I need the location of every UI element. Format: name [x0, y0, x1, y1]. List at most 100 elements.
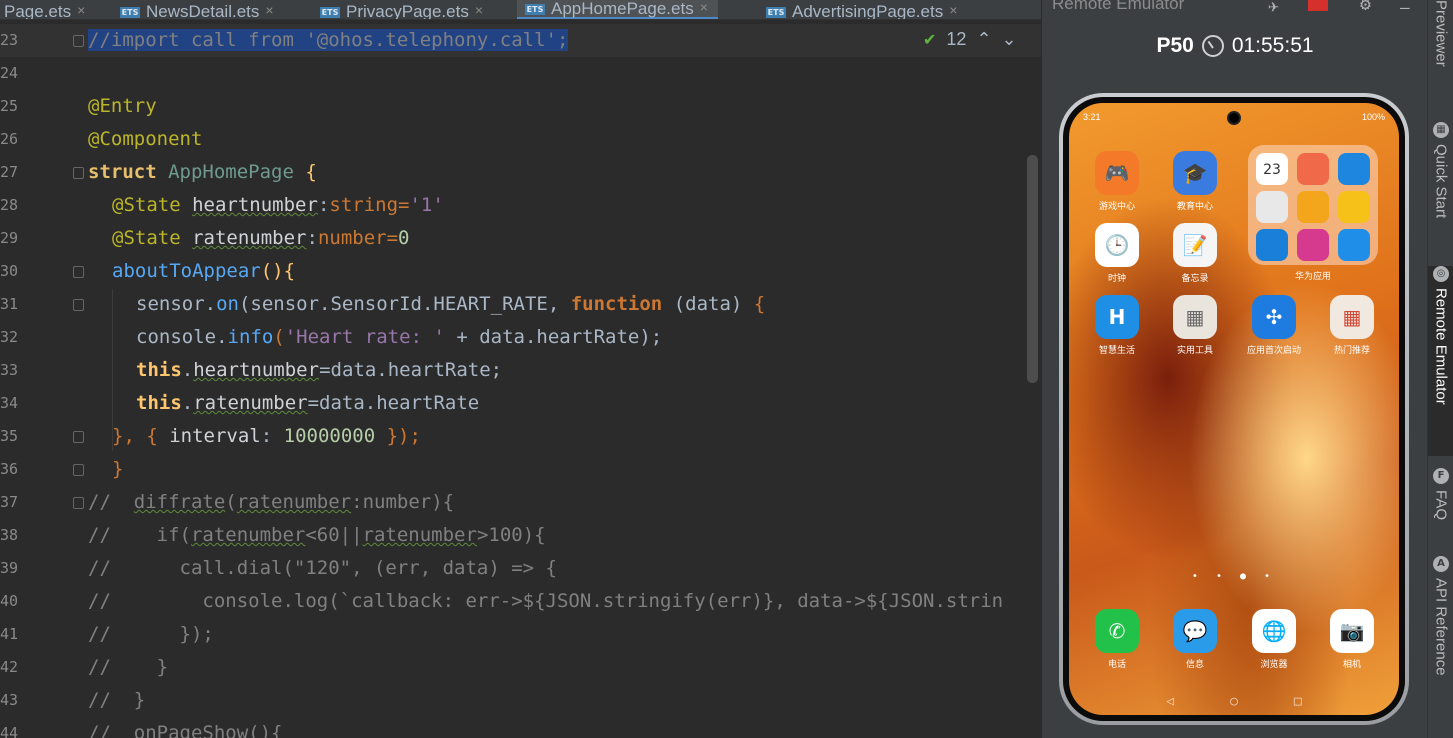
app-first-launch[interactable]: ✣ 应用首次启动 — [1243, 295, 1305, 356]
code-line-34[interactable]: this.ratenumber=data.heartRate — [136, 387, 479, 420]
code-text: console. — [136, 326, 228, 348]
tab-newsdetail[interactable]: ETS NewsDetail.ets × — [112, 0, 284, 19]
keyword-text: function — [570, 293, 663, 315]
phone-icon: ✆ — [1095, 609, 1139, 653]
app-camera[interactable]: 📷 相机 — [1321, 609, 1383, 670]
code-line-33[interactable]: this.heartnumber=data.heartRate; — [136, 354, 502, 387]
tab-quick-start[interactable]: ▦ Quick Start — [1428, 122, 1453, 252]
fold-marker-icon[interactable] — [73, 464, 84, 476]
app-label: 相机 — [1342, 660, 1361, 670]
code-line-35[interactable]: }, { interval: 10000000 }); — [112, 420, 421, 453]
tab-apphomepage[interactable]: ETS AppHomePage.ets × — [517, 0, 718, 19]
recents-icon[interactable]: □ — [1294, 694, 1302, 709]
code-text: (sensor.SensorId.HEART_RATE, — [238, 293, 560, 315]
tab-page-ets[interactable]: Page.ets × — [0, 0, 95, 20]
code-line-39[interactable]: // call.dial("120", (err, data) => { — [88, 552, 557, 585]
code-line-36[interactable]: } — [112, 453, 123, 486]
fold-marker-icon[interactable] — [73, 167, 84, 179]
launch-icon: ✣ — [1252, 295, 1296, 339]
app-messages[interactable]: 💬 信息 — [1164, 609, 1226, 670]
colon-text: : — [317, 194, 330, 216]
line-number: 37 — [0, 493, 19, 511]
code-line-37[interactable]: // diffrate(ratenumber:number){ — [88, 486, 454, 519]
close-icon[interactable]: × — [700, 0, 708, 16]
stop-button[interactable] — [1308, 0, 1328, 11]
code-text: =data.heartRate — [307, 392, 480, 414]
app-browser[interactable]: 🌐 浏览器 — [1243, 609, 1305, 670]
line-number: 31 — [0, 295, 19, 313]
editor-scrollbar[interactable] — [1027, 155, 1038, 383]
tab-api-reference[interactable]: A API Reference — [1428, 556, 1453, 706]
paren-text: (){ — [260, 260, 296, 282]
app-notes[interactable]: 📝 备忘录 — [1164, 223, 1226, 284]
code-editor[interactable]: ✔ 12 ⌃ ⌄ 23 24 25 26 27 28 29 30 31 32 3… — [0, 20, 1041, 738]
health-icon — [1297, 153, 1329, 185]
app-phone[interactable]: ✆ 电话 — [1086, 609, 1148, 670]
inspection-widget[interactable]: ✔ 12 ⌃ ⌄ — [923, 29, 1017, 50]
code-line-42[interactable]: // } — [88, 651, 168, 684]
app-education-center[interactable]: 🎓 教育中心 — [1164, 151, 1226, 212]
fold-marker-icon[interactable] — [73, 431, 84, 443]
back-icon[interactable]: ◁ — [1166, 694, 1174, 709]
property-name: heartnumber — [192, 194, 318, 216]
app-label: 浏览器 — [1260, 660, 1288, 670]
keyword-text: this — [136, 392, 182, 414]
close-icon[interactable]: × — [949, 2, 957, 19]
home-icon[interactable]: ○ — [1230, 694, 1238, 709]
app-popular[interactable]: ▦ 热门推荐 — [1321, 295, 1383, 356]
code-line-30[interactable]: aboutToAppear(){ — [112, 255, 295, 288]
status-time: 3:21 — [1083, 112, 1101, 122]
code-line-31[interactable]: sensor.on(sensor.SensorId.HEART_RATE, fu… — [136, 288, 765, 321]
ets-file-icon: ETS — [766, 7, 786, 18]
line-number: 24 — [0, 64, 19, 82]
code-line-28[interactable]: @State heartnumber:string='1' — [112, 189, 444, 222]
line-number: 35 — [0, 427, 19, 445]
pin-icon[interactable]: ✈ — [1268, 0, 1279, 17]
chevron-down-icon[interactable]: ⌄ — [1002, 29, 1017, 50]
fold-marker-icon[interactable] — [73, 497, 84, 509]
page-indicator: • • ● • — [1191, 571, 1277, 582]
close-icon[interactable]: × — [265, 2, 273, 19]
fold-marker-icon[interactable] — [73, 266, 84, 278]
code-line-25[interactable]: @Entry — [88, 90, 157, 123]
tab-remote-emulator[interactable]: ◎ Remote Emulator — [1428, 266, 1453, 456]
chevron-up-icon[interactable]: ⌃ — [976, 29, 991, 50]
close-icon[interactable]: × — [475, 2, 483, 19]
comment-text: :number){ — [351, 491, 455, 513]
clock-icon: 🕒 — [1095, 223, 1139, 267]
gear-icon[interactable]: ⚙ — [1360, 0, 1371, 15]
app-smart-life[interactable]: H 智慧生活 — [1086, 295, 1148, 356]
tab-advertisingpage[interactable]: ETS AdvertisingPage.ets × — [758, 0, 967, 20]
huawei-apps-folder[interactable]: 23 — [1248, 145, 1378, 265]
code-line-40[interactable]: // console.log(`callback: err->${JSON.st… — [88, 585, 1003, 618]
calendar-icon: 23 — [1256, 153, 1288, 185]
app-label: 时钟 — [1107, 274, 1126, 284]
tab-label: AdvertisingPage.ets — [792, 2, 944, 20]
tab-previewer[interactable]: Previewer — [1428, 0, 1453, 110]
dot-text: . — [181, 359, 194, 381]
tab-faq[interactable]: F FAQ — [1428, 468, 1453, 548]
faq-icon: F — [1433, 468, 1449, 484]
code-line-38[interactable]: // if(ratenumber<60||ratenumber>100){ — [88, 519, 546, 552]
tab-privacypage[interactable]: ETS PrivacyPage.ets × — [312, 0, 493, 19]
fold-marker-icon[interactable] — [73, 35, 84, 47]
code-line-29[interactable]: @State ratenumber:number=0 — [112, 222, 409, 255]
close-icon[interactable]: × — [77, 2, 85, 19]
comment-text: <60|| — [305, 524, 363, 546]
line-number: 39 — [0, 559, 19, 577]
app-game-center[interactable]: 🎮 游戏中心 — [1086, 151, 1148, 212]
tab-label: Page.ets — [4, 2, 72, 20]
code-line-23[interactable]: //import call from '@ohos.telephony.call… — [88, 24, 569, 57]
code-line-44[interactable]: // onPageShow(){ — [88, 717, 282, 738]
code-line-27[interactable]: struct AppHomePage { — [88, 156, 317, 189]
minimize-icon[interactable]: — — [1400, 0, 1410, 17]
app-utilities[interactable]: ▦ 实用工具 — [1164, 295, 1226, 356]
fold-marker-icon[interactable] — [73, 299, 84, 311]
code-line-32[interactable]: console.info('Heart rate: ' + data.heart… — [136, 321, 662, 354]
line-number: 34 — [0, 394, 19, 412]
phone-screen[interactable]: 3:21 100% 🎮 游戏中心 🎓 教育中心 23 华为应用 🕒 时钟 📝 备… — [1069, 103, 1399, 715]
code-line-41[interactable]: // }); — [88, 618, 214, 651]
app-clock[interactable]: 🕒 时钟 — [1086, 223, 1148, 284]
code-line-43[interactable]: // } — [88, 684, 145, 717]
code-line-26[interactable]: @Component — [88, 123, 202, 156]
